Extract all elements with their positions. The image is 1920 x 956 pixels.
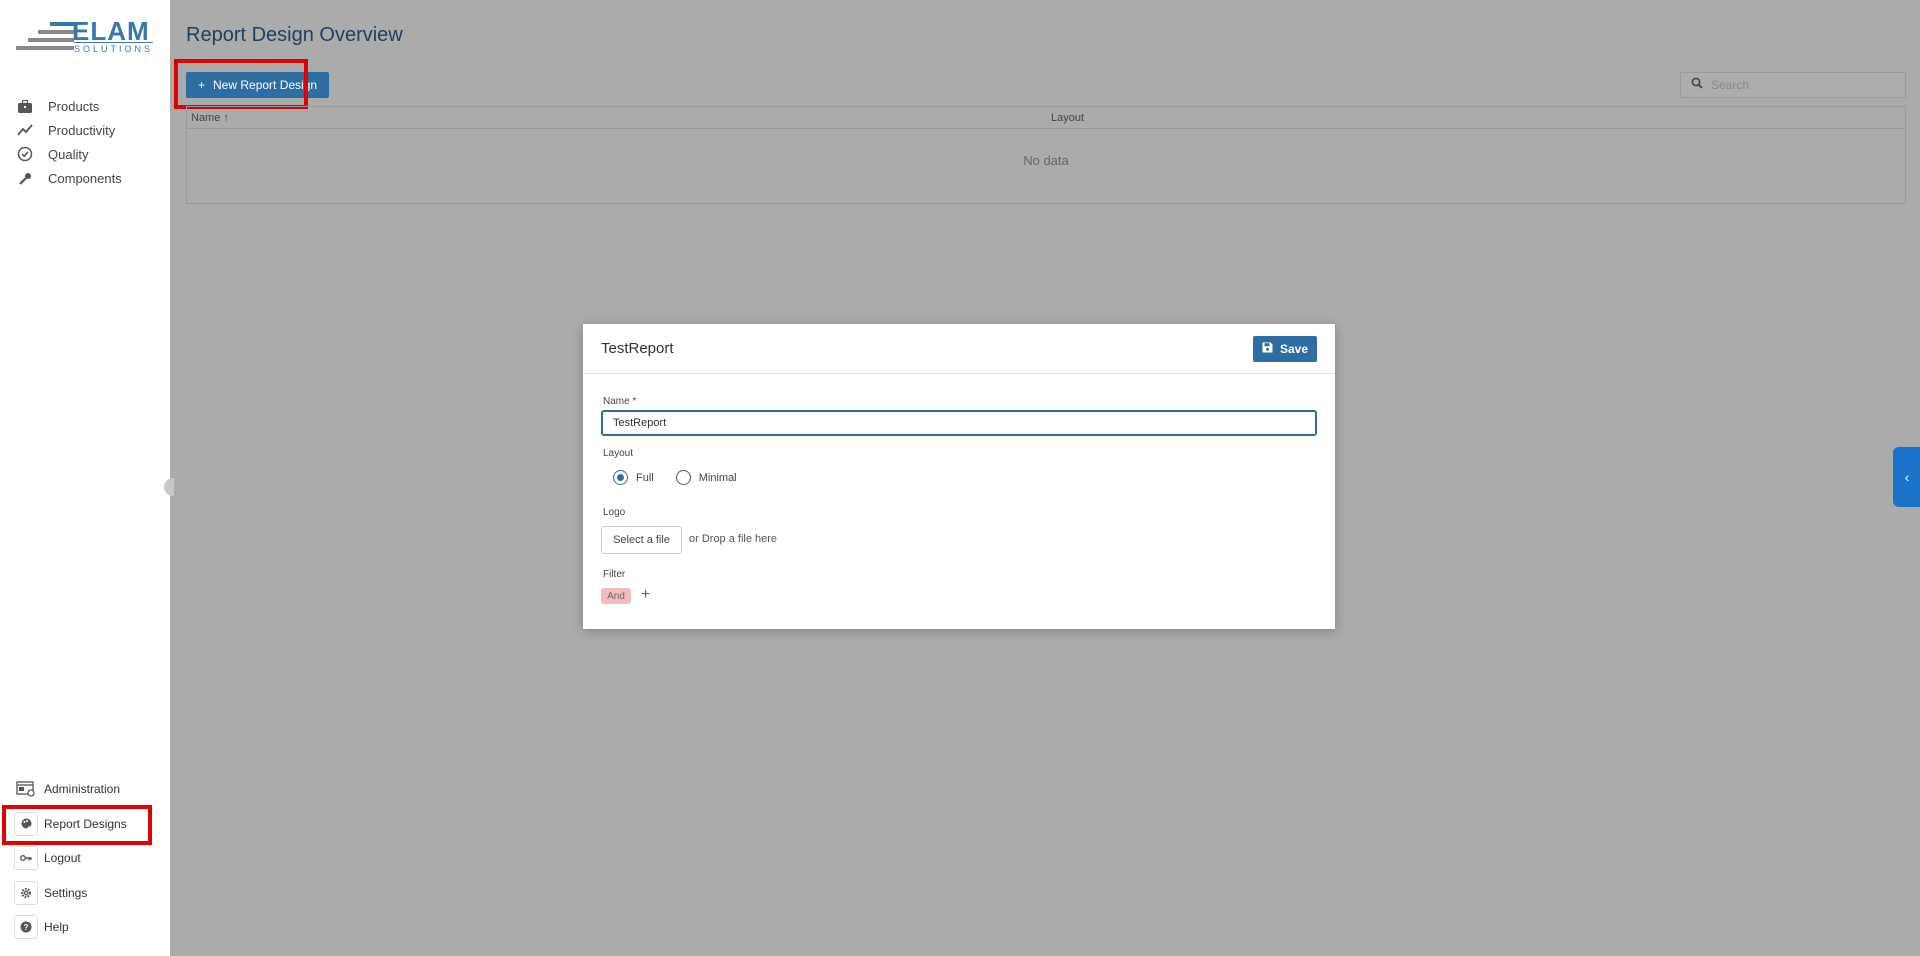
column-name-label: Name: [191, 111, 221, 124]
nav-label-productivity: Productivity: [48, 122, 116, 138]
layout-radio-group: Full Minimal: [613, 470, 737, 485]
logo-subtext: SOLUTIONS: [74, 42, 154, 54]
filter-field-label: Filter: [603, 569, 626, 580]
nav-label-help: Help: [44, 920, 69, 935]
gear-icon: [14, 880, 38, 905]
floppy-disk-icon: [1262, 342, 1273, 356]
nav-label-settings: Settings: [44, 885, 88, 900]
elam-logo: ELAM SOLUTIONS: [16, 16, 154, 54]
palette-icon: [14, 811, 38, 836]
help-icon: ?: [14, 915, 38, 940]
bottom-nav: Administration Report Designs Logout Set…: [0, 772, 170, 945]
name-field-label: Name *: [603, 396, 637, 407]
sort-asc-icon: ↑: [223, 111, 229, 124]
nav-item-administration[interactable]: Administration: [0, 772, 170, 807]
main-nav: Products Productivity Quality Components: [0, 94, 170, 190]
svg-text:?: ?: [24, 923, 29, 932]
briefcase-icon: [16, 97, 34, 115]
nav-item-quality[interactable]: Quality: [0, 142, 170, 166]
add-filter-button[interactable]: +: [641, 586, 650, 604]
dialog-title: TestReport: [601, 340, 674, 357]
nav-label-quality: Quality: [48, 146, 89, 162]
column-header-layout[interactable]: Layout: [1051, 112, 1084, 124]
nav-item-settings[interactable]: Settings: [0, 876, 170, 911]
layout-field-label: Layout: [603, 448, 634, 459]
nav-item-report-designs[interactable]: Report Designs: [0, 807, 170, 842]
save-label: Save: [1279, 342, 1309, 356]
layout-radio-full[interactable]: [613, 470, 628, 485]
chevron-left-icon: ‹: [1904, 469, 1910, 485]
new-report-design-button[interactable]: + New Report Design: [186, 72, 330, 98]
side-panel-toggle[interactable]: ‹: [1893, 447, 1920, 507]
filter-and-chip[interactable]: And: [601, 588, 631, 604]
nav-item-productivity[interactable]: Productivity: [0, 118, 170, 142]
drop-zone-text[interactable]: or Drop a file here: [689, 533, 777, 545]
nav-label-administration: Administration: [44, 782, 121, 797]
trend-line-icon: [16, 121, 34, 139]
sidebar: ELAM SOLUTIONS Products Productivity Qua…: [0, 0, 170, 956]
report-designs-table: Name ↑ Layout No data: [186, 106, 1906, 204]
nav-item-help[interactable]: ? Help: [0, 910, 170, 945]
report-design-dialog: TestReport Save Name * Layout Full Minim…: [583, 324, 1335, 629]
key-icon: [14, 846, 38, 871]
dialog-header: TestReport Save: [583, 324, 1335, 374]
search-input[interactable]: [1711, 78, 1891, 92]
nav-item-products[interactable]: Products: [0, 94, 170, 118]
nav-item-logout[interactable]: Logout: [0, 841, 170, 876]
layout-option-minimal-label: Minimal: [698, 471, 737, 484]
select-file-button[interactable]: Select a file: [601, 526, 682, 554]
new-report-design-label: New Report Design: [213, 78, 318, 92]
wrench-icon: [16, 169, 34, 187]
page-title: Report Design Overview: [186, 24, 403, 46]
logo-text: ELAM: [72, 16, 150, 46]
admin-panel-icon: [14, 777, 38, 802]
search-box: [1680, 72, 1906, 98]
save-button[interactable]: Save: [1253, 336, 1317, 362]
column-header-name[interactable]: Name ↑: [191, 112, 229, 124]
nav-label-logout: Logout: [44, 851, 81, 866]
nav-label-products: Products: [48, 98, 100, 114]
plus-icon: +: [198, 78, 206, 92]
layout-radio-minimal[interactable]: [675, 470, 691, 485]
empty-state-text: No data: [1023, 153, 1069, 168]
nav-label-components: Components: [48, 170, 122, 186]
layout-option-full-label: Full: [636, 471, 654, 484]
check-circle-icon: [16, 145, 34, 163]
nav-label-report-designs: Report Designs: [44, 816, 127, 831]
search-icon: [1691, 76, 1703, 94]
table-header: Name ↑ Layout: [187, 107, 1905, 129]
nav-item-components[interactable]: Components: [0, 166, 170, 190]
logo-field-label: Logo: [603, 507, 626, 518]
name-input[interactable]: [601, 410, 1317, 436]
